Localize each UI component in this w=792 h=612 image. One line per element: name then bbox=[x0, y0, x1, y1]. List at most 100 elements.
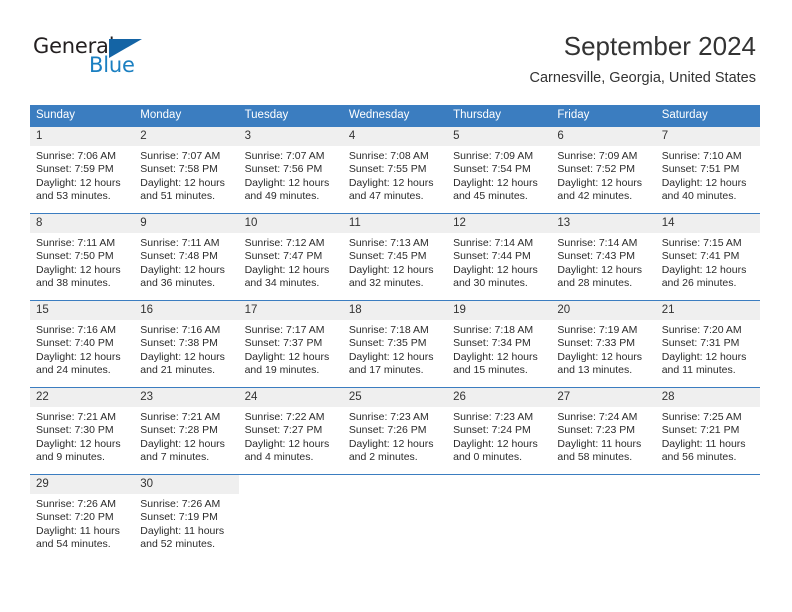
calendar-page: General Blue September 2024 Carnesville,… bbox=[0, 0, 792, 612]
calendar-day-cell[interactable]: 11 Sunrise: 7:13 AM Sunset: 7:45 PM Dayligh… bbox=[342, 213, 448, 300]
sunset-text: Sunset: 7:23 PM bbox=[557, 424, 636, 437]
daylight-text: Daylight: 12 hours and 49 minutes. bbox=[244, 176, 330, 203]
day-number: 7 bbox=[655, 127, 760, 146]
calendar-cell-inner: 2 Sunrise: 7:07 AM Sunset: 7:58 PM Daylight… bbox=[134, 126, 239, 213]
sunset-text: Sunset: 7:45 PM bbox=[348, 250, 427, 263]
calendar-day-cell[interactable]: 9 Sunrise: 7:11 AM Sunset: 7:48 PM Daylight… bbox=[134, 213, 239, 300]
day-details: Sunrise: 7:14 AM Sunset: 7:43 PM Daylight:… bbox=[551, 233, 655, 291]
day-details: Sunrise: 7:07 AM Sunset: 7:56 PM Daylight:… bbox=[239, 146, 343, 204]
sunset-text: Sunset: 7:34 PM bbox=[453, 337, 531, 350]
calendar-day-cell[interactable]: 26 Sunrise: 7:23 AM Sunset: 7:24 PM Dayligh… bbox=[447, 387, 552, 474]
calendar-day-cell[interactable]: 13 Sunrise: 7:14 AM Sunset: 7:43 PM Dayligh… bbox=[551, 213, 656, 300]
calendar-day-cell[interactable]: 22 Sunrise: 7:21 AM Sunset: 7:30 PM Dayligh… bbox=[30, 387, 135, 474]
calendar-day-cell[interactable]: 1 Sunrise: 7:06 AM Sunset: 7:59 PM Daylight… bbox=[30, 126, 135, 213]
day-number: 28 bbox=[655, 388, 760, 407]
daylight-text: Daylight: 12 hours and 24 minutes. bbox=[36, 350, 121, 377]
calendar-day-cell[interactable]: 8 Sunrise: 7:11 AM Sunset: 7:50 PM Daylight… bbox=[30, 213, 135, 300]
sunset-text: Sunset: 7:41 PM bbox=[661, 250, 740, 263]
calendar-cell-inner bbox=[238, 474, 343, 561]
sunset-text: Sunset: 7:21 PM bbox=[661, 424, 740, 437]
sunrise-text: Sunrise: 7:08 AM bbox=[348, 150, 429, 162]
calendar-day-cell[interactable]: 18 Sunrise: 7:18 AM Sunset: 7:35 PM Dayligh… bbox=[342, 300, 448, 387]
calendar-day-cell[interactable]: 4 Sunrise: 7:08 AM Sunset: 7:55 PM Daylight… bbox=[342, 126, 448, 213]
calendar-day-cell[interactable]: 16 Sunrise: 7:16 AM Sunset: 7:38 PM Dayligh… bbox=[134, 300, 239, 387]
calendar-cell-inner: 23 Sunrise: 7:21 AM Sunset: 7:28 PM Dayligh… bbox=[134, 387, 239, 474]
calendar-day-cell[interactable]: 7 Sunrise: 7:10 AM Sunset: 7:51 PM Daylight… bbox=[655, 126, 760, 213]
calendar-day-cell[interactable]: 10 Sunrise: 7:12 AM Sunset: 7:47 PM Dayligh… bbox=[238, 213, 343, 300]
weekday-header-monday: Monday bbox=[134, 105, 239, 126]
calendar-empty-cell bbox=[342, 474, 448, 561]
calendar-day-cell[interactable]: 23 Sunrise: 7:21 AM Sunset: 7:28 PM Dayligh… bbox=[134, 387, 239, 474]
calendar-day-cell[interactable]: 14 Sunrise: 7:15 AM Sunset: 7:41 PM Dayligh… bbox=[655, 213, 760, 300]
calendar-day-cell[interactable]: 28 Sunrise: 7:25 AM Sunset: 7:21 PM Dayligh… bbox=[655, 387, 760, 474]
calendar-day-cell[interactable]: 3 Sunrise: 7:07 AM Sunset: 7:56 PM Daylight… bbox=[238, 126, 343, 213]
sunrise-text: Sunrise: 7:22 AM bbox=[244, 411, 325, 423]
calendar-cell-inner: 8 Sunrise: 7:11 AM Sunset: 7:50 PM Daylight… bbox=[30, 213, 135, 300]
day-details: Sunrise: 7:21 AM Sunset: 7:28 PM Daylight:… bbox=[134, 407, 238, 465]
day-details: Sunrise: 7:09 AM Sunset: 7:52 PM Daylight:… bbox=[551, 146, 655, 204]
sunset-text: Sunset: 7:33 PM bbox=[557, 337, 636, 350]
calendar-day-cell[interactable]: 5 Sunrise: 7:09 AM Sunset: 7:54 PM Daylight… bbox=[447, 126, 552, 213]
day-number: 4 bbox=[342, 127, 448, 146]
sunrise-text: Sunrise: 7:21 AM bbox=[36, 411, 116, 423]
calendar-day-cell[interactable]: 2 Sunrise: 7:07 AM Sunset: 7:58 PM Daylight… bbox=[134, 126, 239, 213]
calendar-day-cell[interactable]: 25 Sunrise: 7:23 AM Sunset: 7:26 PM Dayligh… bbox=[342, 387, 448, 474]
daylight-text: Daylight: 12 hours and 40 minutes. bbox=[661, 176, 747, 203]
sunset-text: Sunset: 7:47 PM bbox=[244, 250, 323, 263]
day-number bbox=[343, 475, 447, 494]
day-number: 20 bbox=[551, 301, 656, 320]
sunrise-text: Sunrise: 7:09 AM bbox=[557, 150, 638, 162]
sunrise-text: Sunrise: 7:13 AM bbox=[348, 237, 429, 249]
calendar-cell-inner: 27 Sunrise: 7:24 AM Sunset: 7:23 PM Dayligh… bbox=[551, 387, 656, 474]
daylight-text: Daylight: 12 hours and 0 minutes. bbox=[453, 437, 538, 464]
calendar-day-cell[interactable]: 27 Sunrise: 7:24 AM Sunset: 7:23 PM Dayligh… bbox=[551, 387, 656, 474]
day-number: 24 bbox=[238, 388, 343, 407]
day-details: Sunrise: 7:20 AM Sunset: 7:31 PM Daylight:… bbox=[656, 320, 760, 378]
daylight-text: Daylight: 12 hours and 36 minutes. bbox=[140, 263, 225, 290]
day-details: Sunrise: 7:18 AM Sunset: 7:35 PM Daylight:… bbox=[343, 320, 447, 378]
sunrise-text: Sunrise: 7:25 AM bbox=[661, 411, 742, 423]
daylight-text: Daylight: 12 hours and 34 minutes. bbox=[244, 263, 330, 290]
day-details: Sunrise: 7:16 AM Sunset: 7:38 PM Daylight:… bbox=[134, 320, 238, 378]
sunset-text: Sunset: 7:56 PM bbox=[244, 163, 323, 176]
sunrise-text: Sunrise: 7:18 AM bbox=[348, 324, 429, 336]
calendar-day-cell[interactable]: 29 Sunrise: 7:26 AM Sunset: 7:20 PM Dayligh… bbox=[30, 474, 135, 561]
calendar-header-row: Sunday Monday Tuesday Wednesday Thursday… bbox=[30, 105, 760, 126]
sunrise-text: Sunrise: 7:26 AM bbox=[140, 498, 221, 510]
sunset-text: Sunset: 7:51 PM bbox=[661, 163, 740, 176]
weekday-header-sunday: Sunday bbox=[30, 105, 135, 126]
day-number: 26 bbox=[447, 388, 552, 407]
calendar-day-cell[interactable]: 30 Sunrise: 7:26 AM Sunset: 7:19 PM Dayligh… bbox=[134, 474, 239, 561]
sunset-text: Sunset: 7:27 PM bbox=[244, 424, 323, 437]
calendar-cell-inner: 14 Sunrise: 7:15 AM Sunset: 7:41 PM Dayligh… bbox=[655, 213, 760, 300]
sunrise-text: Sunrise: 7:07 AM bbox=[140, 150, 221, 162]
sunset-text: Sunset: 7:31 PM bbox=[661, 337, 740, 350]
weekday-header-friday: Friday bbox=[551, 105, 656, 126]
title-block: September 2024 Carnesville, Georgia, Uni… bbox=[530, 30, 756, 87]
calendar-day-cell[interactable]: 19 Sunrise: 7:18 AM Sunset: 7:34 PM Dayligh… bbox=[447, 300, 552, 387]
day-number: 5 bbox=[447, 127, 552, 146]
calendar-day-cell[interactable]: 21 Sunrise: 7:20 AM Sunset: 7:31 PM Dayligh… bbox=[655, 300, 760, 387]
calendar-day-cell[interactable]: 12 Sunrise: 7:14 AM Sunset: 7:44 PM Dayligh… bbox=[447, 213, 552, 300]
daylight-text: Daylight: 11 hours and 58 minutes. bbox=[557, 437, 642, 464]
sunrise-text: Sunrise: 7:11 AM bbox=[36, 237, 116, 249]
weekday-header-tuesday: Tuesday bbox=[238, 105, 343, 126]
calendar-day-cell[interactable]: 20 Sunrise: 7:19 AM Sunset: 7:33 PM Dayligh… bbox=[551, 300, 656, 387]
daylight-text: Daylight: 12 hours and 32 minutes. bbox=[348, 263, 434, 290]
daylight-text: Daylight: 12 hours and 47 minutes. bbox=[348, 176, 434, 203]
calendar-cell-inner: 12 Sunrise: 7:14 AM Sunset: 7:44 PM Dayligh… bbox=[447, 213, 552, 300]
sunset-text: Sunset: 7:24 PM bbox=[453, 424, 531, 437]
day-number: 11 bbox=[342, 214, 448, 233]
day-number: 14 bbox=[655, 214, 760, 233]
calendar-week-row: 29 Sunrise: 7:26 AM Sunset: 7:20 PM Dayligh… bbox=[30, 474, 760, 561]
day-details: Sunrise: 7:07 AM Sunset: 7:58 PM Daylight:… bbox=[134, 146, 238, 204]
daylight-text: Daylight: 12 hours and 21 minutes. bbox=[140, 350, 225, 377]
calendar-day-cell[interactable]: 6 Sunrise: 7:09 AM Sunset: 7:52 PM Daylight… bbox=[551, 126, 656, 213]
calendar-empty-cell bbox=[238, 474, 343, 561]
sunrise-text: Sunrise: 7:23 AM bbox=[348, 411, 429, 423]
calendar-day-cell[interactable]: 17 Sunrise: 7:17 AM Sunset: 7:37 PM Dayligh… bbox=[238, 300, 343, 387]
calendar-day-cell[interactable]: 24 Sunrise: 7:22 AM Sunset: 7:27 PM Dayligh… bbox=[238, 387, 343, 474]
day-details: Sunrise: 7:18 AM Sunset: 7:34 PM Daylight:… bbox=[447, 320, 551, 378]
calendar-day-cell[interactable]: 15 Sunrise: 7:16 AM Sunset: 7:40 PM Dayligh… bbox=[30, 300, 135, 387]
brand-logo[interactable]: General Blue bbox=[33, 34, 223, 84]
